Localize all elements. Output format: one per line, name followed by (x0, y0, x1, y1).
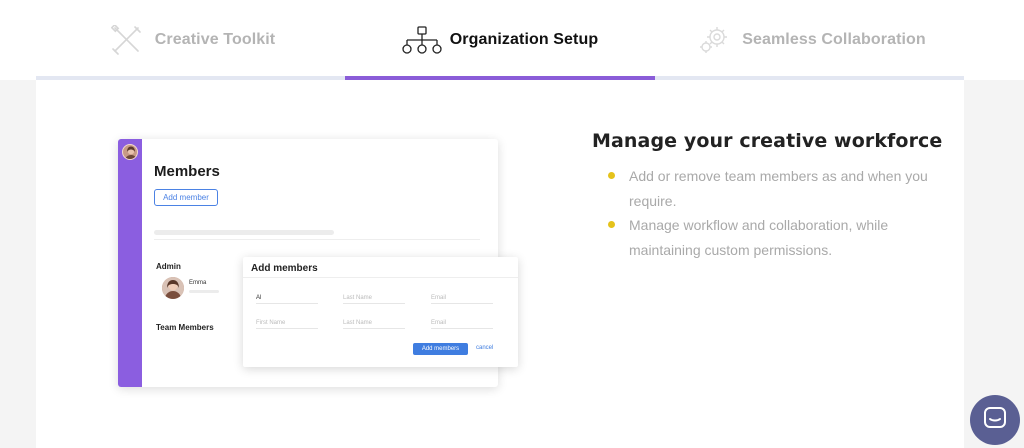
cancel-button[interactable]: cancel (476, 345, 493, 351)
bullet-dot (608, 172, 615, 179)
member-subtext-placeholder (189, 290, 219, 293)
list-item-text: Manage workflow and collaboration, while… (629, 217, 889, 258)
first-name-field[interactable]: First Name (256, 320, 318, 329)
feature-list: Add or remove team members as and when y… (608, 164, 928, 262)
mockup-sidebar (118, 139, 142, 387)
members-title: Members (154, 163, 220, 180)
avatar (122, 144, 138, 160)
divider (243, 277, 518, 278)
tab-label: Creative Toolkit (154, 31, 276, 48)
admin-section-label: Admin (156, 262, 181, 271)
gears-icon (694, 25, 734, 55)
tab-organization-setup[interactable]: Organization Setup (345, 0, 655, 80)
tab-creative-toolkit[interactable]: Creative Toolkit (36, 0, 346, 80)
tab-content-panel: Members Add member Admin Emma Team Membe… (36, 80, 964, 448)
tab-seamless-collaboration[interactable]: Seamless Collaboration (655, 0, 965, 80)
email-field[interactable]: Email (431, 320, 493, 329)
chat-bubble-icon (983, 406, 1007, 435)
tab-label: Organization Setup (449, 31, 599, 48)
divider (154, 239, 480, 240)
tab-label: Seamless Collaboration (742, 31, 926, 48)
add-member-button[interactable]: Add member (154, 189, 218, 206)
list-item-text: Add or remove team members as and when y… (629, 168, 928, 209)
list-item: Add or remove team members as and when y… (608, 164, 928, 213)
last-name-field[interactable]: Last Name (343, 320, 405, 329)
crossed-tools-icon (107, 25, 147, 55)
members-mockup-card: Members Add member Admin Emma Team Membe… (118, 139, 518, 387)
last-name-field[interactable]: Last Name (343, 295, 405, 304)
feature-tabs: Creative Toolkit Organization Setup Seam… (36, 0, 964, 80)
dialog-title: Add members (251, 263, 318, 274)
member-name: Emma (189, 280, 207, 286)
add-members-button[interactable]: Add members (413, 343, 468, 355)
member-avatar (162, 277, 184, 299)
bullet-dot (608, 221, 615, 228)
list-item: Manage workflow and collaboration, while… (608, 213, 928, 262)
first-name-field[interactable]: Al (256, 295, 318, 304)
chat-launcher-button[interactable] (970, 395, 1020, 445)
org-chart-icon (402, 25, 442, 55)
section-heading: Manage your creative workforce (592, 130, 943, 152)
placeholder-bar (154, 230, 334, 235)
team-members-label: Team Members (156, 323, 214, 332)
email-field[interactable]: Email (431, 295, 493, 304)
add-members-dialog: Add members Al Last Name Email First Nam… (243, 257, 518, 367)
